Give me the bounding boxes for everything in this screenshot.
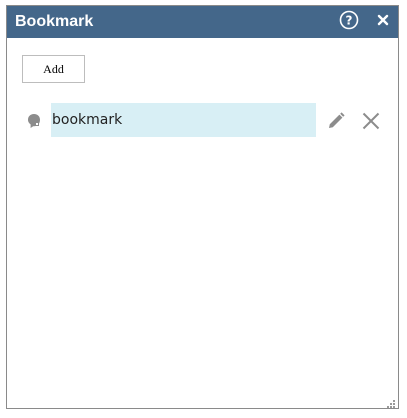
list-item[interactable] [7, 103, 398, 139]
resize-grip-icon[interactable] [386, 396, 396, 408]
panel-title: Bookmark [15, 13, 94, 30]
close-icon[interactable] [375, 12, 391, 28]
titlebar[interactable]: Bookmark ? [7, 6, 398, 38]
bookmark-panel: Bookmark ? Add [6, 5, 399, 409]
add-button[interactable]: Add [22, 55, 85, 83]
x-icon[interactable] [361, 111, 381, 131]
svg-text:?: ? [346, 14, 353, 28]
help-icon[interactable]: ? [339, 10, 359, 30]
bookmark-name-input[interactable] [51, 103, 316, 137]
pencil-icon[interactable] [326, 111, 346, 131]
bookmark-icon [26, 113, 42, 129]
